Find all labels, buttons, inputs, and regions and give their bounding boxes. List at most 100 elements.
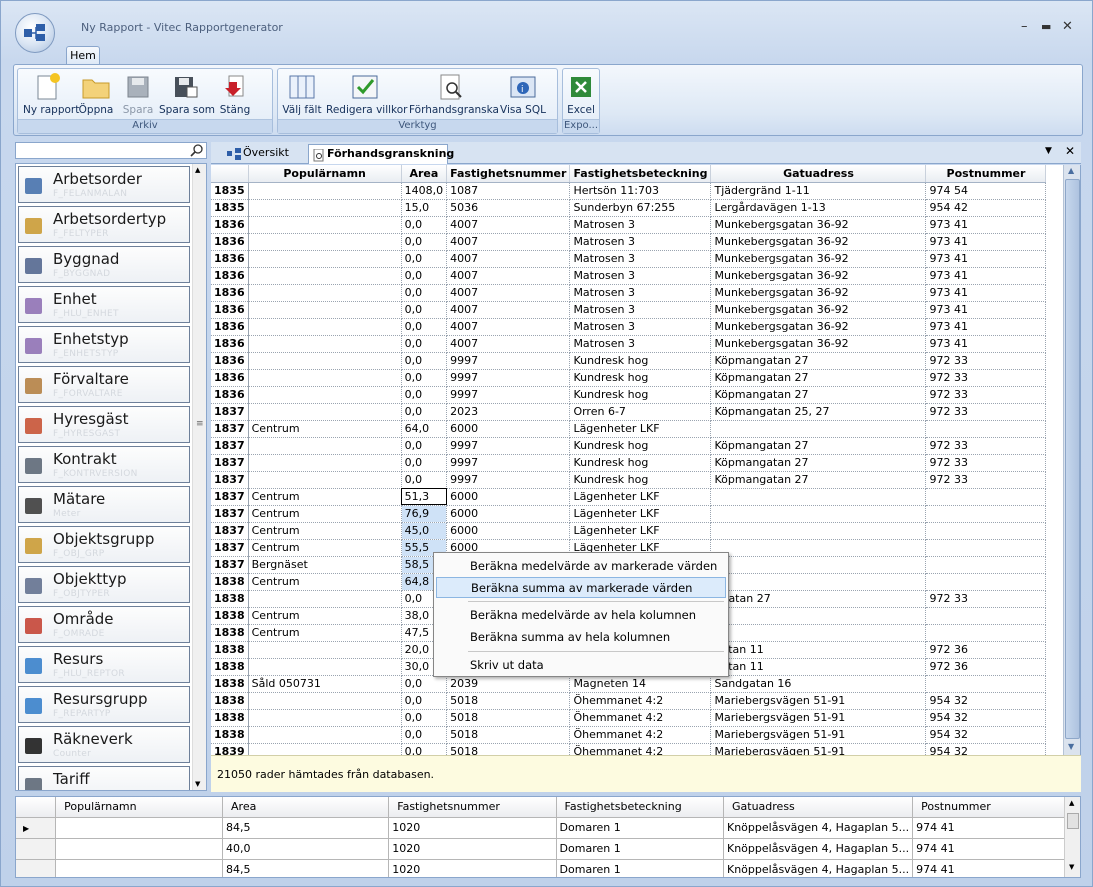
table-cell[interactable]: Munkebergsgatan 36-92 xyxy=(710,233,927,251)
table-cell[interactable]: 5036 xyxy=(446,199,571,217)
table-cell[interactable]: Köpmangatan 27 xyxy=(710,386,927,404)
table-cell[interactable]: 84,5 xyxy=(222,817,390,839)
tab-close-icon[interactable]: ✕ xyxy=(1065,144,1075,158)
table-row[interactable]: 1837 0,0 2023 Orren 6-7 Köpmangatan 25, 27 97… xyxy=(211,403,1047,421)
table-cell[interactable] xyxy=(248,250,402,268)
table-cell[interactable]: 6000 xyxy=(446,488,571,506)
table-cell[interactable]: 40,0 xyxy=(222,838,390,860)
table-cell[interactable]: Öhemmanet 4:2 xyxy=(569,709,712,727)
table-cell[interactable]: 1837 xyxy=(211,437,249,455)
table-cell[interactable]: Orren 6-7 xyxy=(569,403,712,421)
table-cell[interactable]: Mariebergsvägen 51-91 xyxy=(710,692,927,710)
table-cell[interactable]: 972 36 xyxy=(925,641,1047,659)
table-cell[interactable]: Tjädergränd 1-11 xyxy=(710,182,927,200)
table-cell[interactable]: 1838 xyxy=(211,641,249,659)
menu-item-sum-column[interactable]: Beräkna summa av hela kolumnen xyxy=(436,627,726,648)
tab-oversikt[interactable]: Översikt xyxy=(225,144,307,164)
table-cell[interactable] xyxy=(248,233,402,251)
table-cell[interactable]: 0,0 xyxy=(401,726,448,744)
table-cell[interactable]: Öhemmanet 4:2 xyxy=(569,692,712,710)
table-row[interactable]: 1836 0,0 9997 Kundresk hog Köpmangatan 27 972… xyxy=(211,352,1047,370)
table-cell[interactable]: Munkebergsgatan 36-92 xyxy=(710,318,927,336)
menu-item-sum-selected[interactable]: Beräkna summa av markerade värden xyxy=(436,577,726,598)
preview-button[interactable]: Förhandsgranska xyxy=(409,73,499,116)
table-cell[interactable]: Sandgatan 16 xyxy=(710,675,927,693)
table-cell[interactable]: Kundresk hog xyxy=(569,471,712,489)
table-cell[interactable] xyxy=(248,216,402,234)
excel-export-button[interactable]: Excel xyxy=(565,73,597,116)
table-cell[interactable]: 5018 xyxy=(446,692,571,710)
table-cell[interactable]: 64,0 xyxy=(401,420,448,438)
table-cell[interactable]: 972 33 xyxy=(925,590,1047,608)
column-header[interactable]: Gatuadress xyxy=(710,165,927,183)
table-cell[interactable]: 1838 xyxy=(211,709,249,727)
table-cell[interactable] xyxy=(248,318,402,336)
table-row[interactable]: 1837 Centrum 64,0 6000 Lägenheter LKF xyxy=(211,420,1047,438)
column-header[interactable]: Populärnamn xyxy=(55,797,224,818)
table-cell[interactable]: 972 33 xyxy=(925,454,1047,472)
table-cell[interactable]: 1838 xyxy=(211,573,249,591)
table-cell[interactable] xyxy=(248,658,402,676)
table-cell[interactable]: Lägenheter LKF xyxy=(569,505,712,523)
table-cell[interactable]: Magneten 14 xyxy=(569,675,712,693)
table-cell[interactable]: Såld 050731 xyxy=(248,675,402,693)
table-cell[interactable]: 0,0 xyxy=(401,386,448,404)
table-cell[interactable] xyxy=(925,624,1047,642)
table-cell[interactable] xyxy=(710,624,927,642)
table-cell[interactable]: Lägenheter LKF xyxy=(569,488,712,506)
grid-scrollbar[interactable]: ▲ ▼ xyxy=(1063,165,1080,755)
table-cell[interactable]: Matrosen 3 xyxy=(569,284,712,302)
table-cell[interactable]: 4007 xyxy=(446,233,571,251)
table-cell[interactable]: 1020 xyxy=(388,859,557,877)
column-header[interactable]: Postnummer xyxy=(912,797,1080,818)
table-cell[interactable]: 9997 xyxy=(446,352,571,370)
table-cell[interactable]: 0,0 xyxy=(401,675,448,693)
table-row[interactable]: 1838 0,0 5018 Öhemmanet 4:2 Mariebergsvägen … xyxy=(211,726,1047,744)
table-cell[interactable]: 4007 xyxy=(446,318,571,336)
table-row[interactable]: ▶ 84,5 1020 Domaren 1 Knöppelåsvägen 4, Haga… xyxy=(16,817,1080,839)
table-cell[interactable]: 4007 xyxy=(446,267,571,285)
table-cell[interactable]: Köpmangatan 27 xyxy=(710,437,927,455)
table-cell[interactable]: Köpmangatan 27 xyxy=(710,454,927,472)
tab-hem[interactable]: Hem xyxy=(66,46,100,65)
table-cell[interactable]: 0,0 xyxy=(401,692,448,710)
sidebar-item[interactable]: Resurs F_HLU_REPTOR xyxy=(18,646,190,683)
table-cell[interactable]: 1836 xyxy=(211,352,249,370)
sidebar-item[interactable]: Tariff xyxy=(18,766,190,790)
table-cell[interactable] xyxy=(710,522,927,540)
table-cell[interactable]: 973 41 xyxy=(925,301,1047,319)
table-cell[interactable]: 1837 xyxy=(211,539,249,557)
table-cell[interactable] xyxy=(248,199,402,217)
scroll-up-icon[interactable]: ▲ xyxy=(195,166,200,174)
scroll-down-icon[interactable]: ▼ xyxy=(1069,863,1074,871)
table-cell[interactable]: 1837 xyxy=(211,505,249,523)
table-cell[interactable] xyxy=(248,182,402,200)
table-cell[interactable]: 973 41 xyxy=(925,267,1047,285)
table-cell[interactable] xyxy=(248,335,402,353)
table-cell[interactable]: 1020 xyxy=(388,817,557,839)
close-report-button[interactable]: Stäng xyxy=(217,73,253,116)
table-cell[interactable]: 4007 xyxy=(446,284,571,302)
sidebar-item[interactable]: Kontrakt F_KONTRVERSION xyxy=(18,446,190,483)
table-cell[interactable]: 9997 xyxy=(446,437,571,455)
table-cell[interactable]: 4007 xyxy=(446,301,571,319)
table-cell[interactable] xyxy=(925,505,1047,523)
table-cell[interactable]: 954 32 xyxy=(925,709,1047,727)
table-row[interactable]: 1837 Centrum 45,0 6000 Lägenheter LKF xyxy=(211,522,1047,540)
table-row[interactable]: 1836 0,0 4007 Matrosen 3 Munkebergsgatan 36-… xyxy=(211,250,1047,268)
table-cell[interactable]: Bergnäset xyxy=(248,556,402,574)
table-cell[interactable] xyxy=(248,352,402,370)
row-selector[interactable]: ▶ xyxy=(16,817,57,839)
table-cell[interactable] xyxy=(248,284,402,302)
table-cell[interactable]: 15,0 xyxy=(401,199,448,217)
table-cell[interactable]: Öhemmanet 4:2 xyxy=(569,726,712,744)
table-cell[interactable]: 1838 xyxy=(211,607,249,625)
table-row[interactable]: 1836 0,0 4007 Matrosen 3 Munkebergsgatan 36-… xyxy=(211,216,1047,234)
table-cell[interactable]: 972 33 xyxy=(925,369,1047,387)
table-cell[interactable]: 972 33 xyxy=(925,352,1047,370)
table-cell[interactable]: 973 41 xyxy=(925,318,1047,336)
table-cell[interactable]: 974 54 xyxy=(925,182,1047,200)
save-button[interactable]: Spara xyxy=(120,73,156,116)
sidebar-item[interactable]: Hyresgäst F_HYRESGAST xyxy=(18,406,190,443)
table-cell[interactable]: Centrum xyxy=(248,420,402,438)
